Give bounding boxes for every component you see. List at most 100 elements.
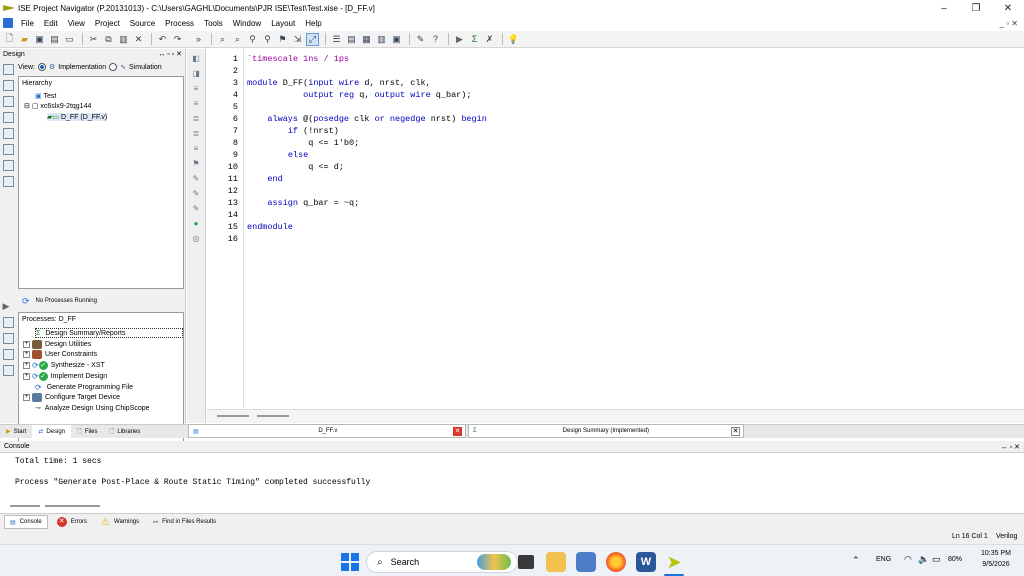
console-scroll-thumb[interactable] (10, 505, 40, 507)
store-icon[interactable] (576, 552, 596, 572)
console-scroll-thumb[interactable] (45, 505, 100, 507)
rerun-icon[interactable] (2, 317, 14, 328)
console-output[interactable]: Total time: 1 secs Process "Generate Pos… (0, 453, 1024, 511)
menu-source[interactable]: Source (125, 19, 160, 28)
tile-vertical-icon[interactable]: ▥ (375, 33, 388, 46)
tree-item-device[interactable]: ⊟ ▢ xc6slx9-2tqg144 (24, 102, 91, 110)
input-language[interactable]: ENG (876, 556, 891, 563)
tab-files[interactable]: 🗋 Files (71, 425, 104, 439)
tools-icon[interactable]: ✎ (414, 33, 427, 46)
expand-icon[interactable]: + (23, 372, 30, 380)
menu-view[interactable]: View (63, 19, 90, 28)
save-icon[interactable]: ▣ (33, 33, 46, 46)
scroll-thumb-right[interactable] (257, 415, 289, 417)
cascade-icon[interactable]: ▤ (345, 33, 358, 46)
battery-icon[interactable]: ▭ (932, 554, 941, 565)
menu-process[interactable]: Process (160, 19, 199, 28)
help-icon[interactable]: ? (429, 33, 442, 46)
restore-button[interactable]: ❐ (960, 0, 992, 16)
open-report-icon[interactable] (2, 365, 14, 376)
taskbar-search-box[interactable]: ⌕ Search (366, 551, 518, 573)
add-source-icon[interactable] (2, 64, 14, 75)
word-icon[interactable]: W (636, 552, 656, 572)
editor-tab-summary[interactable]: Σ Design Summary (Implemented) ✕ (468, 424, 744, 438)
more-chevron-icon[interactable]: » (192, 33, 205, 46)
edit-icon[interactable]: ✎ (191, 173, 202, 184)
tab-console[interactable]: ▤ Console (4, 515, 48, 529)
find-next-icon[interactable]: ⌕ (231, 33, 244, 46)
stop-process-icon[interactable] (2, 349, 14, 360)
simulation-radio[interactable] (109, 63, 118, 71)
goto-icon[interactable]: ⇲ (291, 33, 304, 46)
close-button[interactable]: ✕ (992, 0, 1024, 16)
close-tab-icon[interactable]: ✕ (731, 426, 740, 436)
save-all-icon[interactable]: ▤ (48, 33, 61, 46)
run-process-icon[interactable]: ▶ (3, 301, 14, 312)
layout-icon[interactable]: ☰ (330, 33, 343, 46)
find-icon[interactable]: ⌕ (216, 33, 229, 46)
module-icon[interactable] (2, 128, 14, 139)
bookmark-icon[interactable]: ⚑ (276, 33, 289, 46)
ok-green-icon[interactable]: ● (191, 218, 202, 229)
tree-item-project[interactable]: ▣ Test (35, 92, 56, 100)
view-icon[interactable] (2, 176, 14, 187)
firefox-icon[interactable] (606, 552, 626, 572)
mdi-window-controls[interactable]: _ ▫ ✕ (1000, 19, 1018, 28)
toggle-icon[interactable]: ≡ (191, 143, 202, 154)
design-panel-controls[interactable]: ↔ ▫ ▫ ✕ (158, 50, 182, 58)
zoom-active-icon[interactable]: ⤢ (306, 32, 319, 46)
print-icon[interactable]: ▭ (63, 33, 76, 46)
editor-tab-dff[interactable]: ▤ D_FF.v ✕ (188, 424, 466, 438)
menu-layout[interactable]: Layout (266, 19, 300, 28)
process-configure-target[interactable]: + Configure Target Device (23, 392, 120, 402)
file-explorer-icon[interactable] (546, 552, 566, 572)
paste-icon[interactable]: ▥ (117, 33, 130, 46)
comment-icon[interactable]: ≣ (191, 113, 202, 124)
clock-time[interactable]: 10:35 PM (976, 550, 1016, 557)
stop-circle-icon[interactable]: ◎ (191, 233, 202, 244)
expand-icon[interactable]: + (23, 393, 30, 401)
tab-start[interactable]: ▶ Start (0, 425, 32, 439)
process-design-summary[interactable]: Σ Design Summary/Reports (35, 328, 183, 338)
implementation-label[interactable]: Implementation (58, 64, 106, 71)
console-controls[interactable]: ↔ ▫ ✕ (1001, 443, 1020, 451)
menu-project[interactable]: Project (90, 19, 125, 28)
collapse-panel-icon[interactable]: ◧ (191, 53, 202, 64)
simulation-label[interactable]: Simulation (129, 64, 162, 71)
editor-horizontal-scrollbar[interactable] (207, 409, 1024, 423)
task-view-icon[interactable] (518, 555, 534, 569)
process-implement[interactable]: + ⟳ ✓ Implement Design (23, 371, 107, 381)
clock-date[interactable]: 9/5/2026 (976, 561, 1016, 568)
collapse-icon[interactable]: ⊟ (24, 103, 32, 110)
language-template-icon[interactable]: ✎ (191, 203, 202, 214)
uncomment-icon[interactable]: ≣ (191, 128, 202, 139)
outdent-icon[interactable]: ≡ (191, 98, 202, 109)
expand-icon[interactable]: + (23, 361, 30, 369)
code-editor[interactable]: 1 2 3 4 5 6 7 8 9 10 11 12 13 14 15 16 `… (207, 49, 1024, 423)
copy-icon[interactable]: ⧉ (102, 33, 115, 46)
tab-libraries[interactable]: 🗋 Libraries (104, 425, 147, 439)
process-design-utilities[interactable]: + Design Utilities (23, 339, 91, 349)
menu-file[interactable]: File (16, 19, 39, 28)
run-icon[interactable]: ▶ (453, 33, 466, 46)
tab-design[interactable]: ⇄ Design (32, 424, 72, 439)
add-copy-icon[interactable] (2, 80, 14, 91)
close-tab-icon[interactable]: ✕ (453, 426, 462, 436)
menu-tools[interactable]: Tools (199, 19, 228, 28)
edit-alt-icon[interactable]: ✎ (191, 188, 202, 199)
process-chipscope[interactable]: ⊸ Analyze Design Using ChipScope (35, 403, 150, 413)
expand-icon[interactable]: + (23, 340, 30, 348)
new-file-icon[interactable]: 🗋 (3, 33, 16, 46)
volume-icon[interactable]: 🔈 (918, 554, 929, 565)
find-replace-icon[interactable]: ⚲ (261, 33, 274, 46)
process-generate-programming[interactable]: ⟳ Generate Programming File (35, 382, 133, 392)
properties-icon[interactable] (2, 112, 14, 123)
delete-icon[interactable]: ✕ (132, 33, 145, 46)
stop-icon[interactable]: ✗ (483, 33, 496, 46)
menu-help[interactable]: Help (300, 19, 326, 28)
menu-window[interactable]: Window (228, 19, 266, 28)
process-user-constraints[interactable]: + User Constraints (23, 349, 97, 359)
scroll-thumb-left[interactable] (217, 415, 249, 417)
rerun-all-icon[interactable] (2, 333, 14, 344)
bookmark-side-icon[interactable]: ⚑ (191, 158, 202, 169)
